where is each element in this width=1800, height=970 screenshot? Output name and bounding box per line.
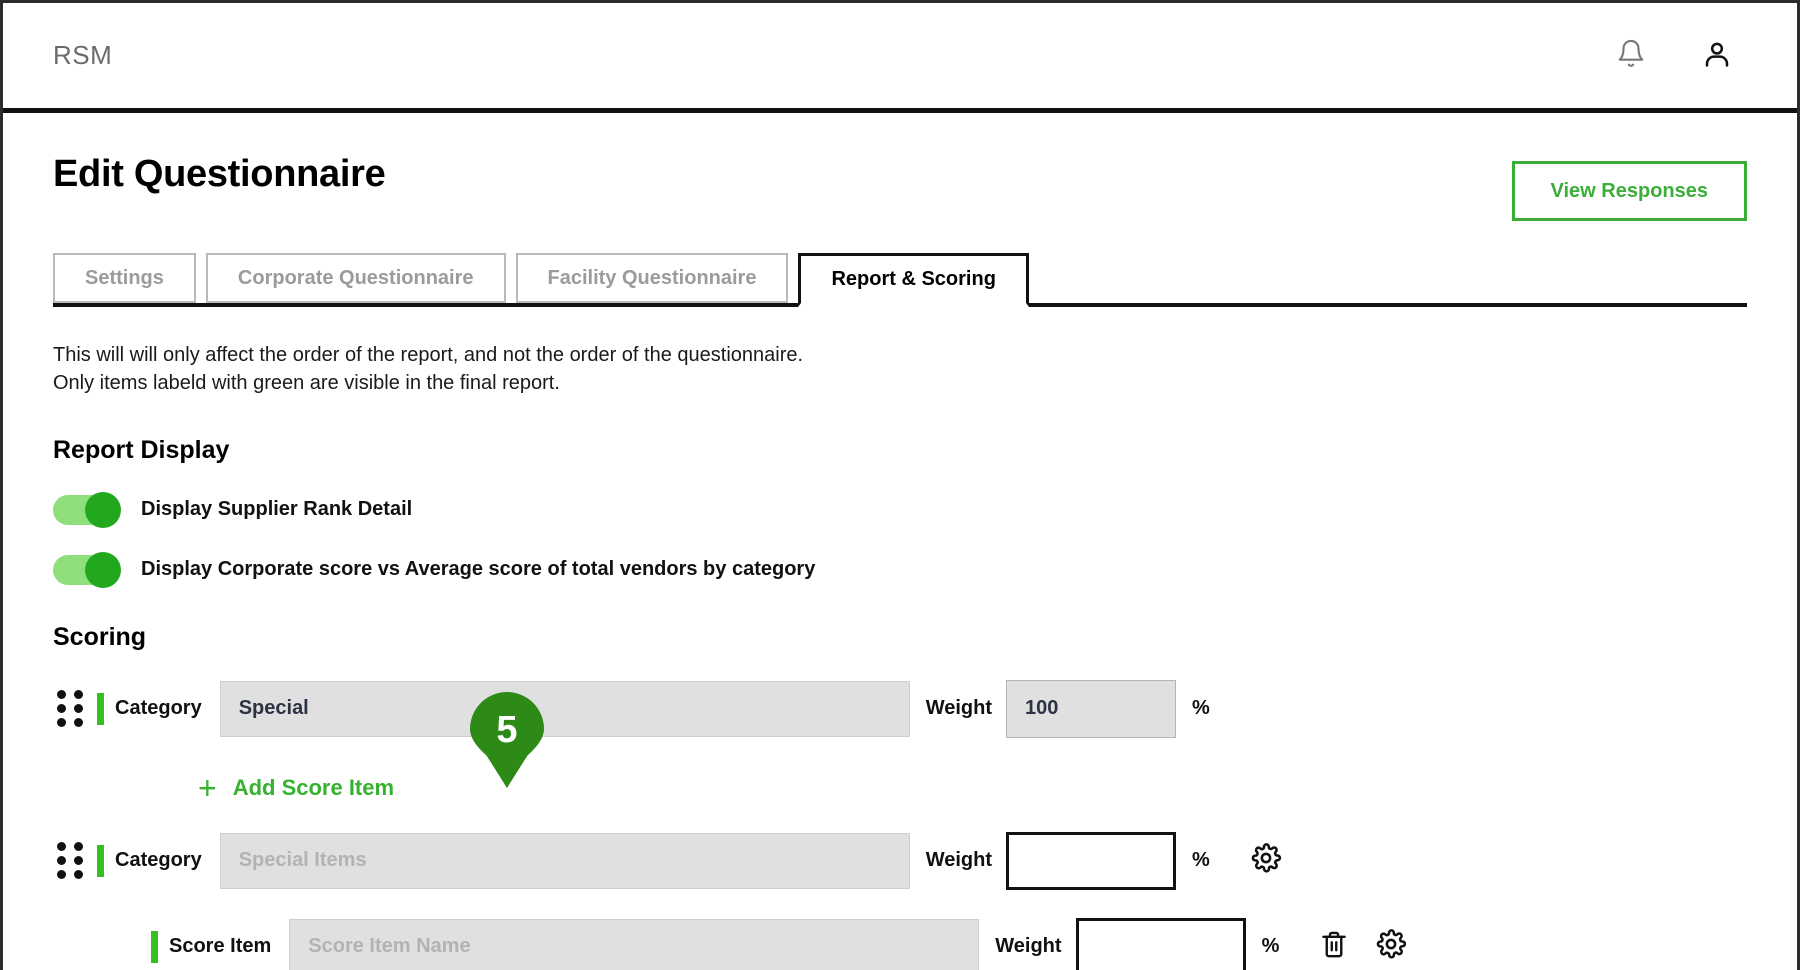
page-header: Edit Questionnaire View Responses: [53, 153, 1747, 221]
bell-icon: [1616, 38, 1646, 73]
score-row-category-special-items: Category Weight %: [53, 831, 1747, 890]
page-content: Edit Questionnaire View Responses Settin…: [3, 113, 1797, 970]
scoring-heading: Scoring: [53, 622, 147, 651]
brand-logo: RSM: [53, 40, 113, 70]
scoring-list: Category Weight % + Add Score Item Categ…: [53, 679, 1747, 970]
drag-handle-icon[interactable]: [53, 690, 87, 728]
drag-handle-icon[interactable]: [53, 842, 87, 880]
tab-corporate-questionnaire[interactable]: Corporate Questionnaire: [205, 253, 506, 303]
toggle-knob: [85, 551, 121, 588]
weight-label: Weight: [925, 849, 992, 872]
view-responses-button[interactable]: View Responses: [1511, 161, 1747, 221]
percent-symbol: %: [1261, 935, 1280, 958]
person-icon: [1701, 38, 1733, 73]
tab-facility-questionnaire[interactable]: Facility Questionnaire: [515, 253, 789, 303]
score-row-category-special: Category Weight %: [53, 679, 1747, 738]
info-note-line-2: Only items labeld with green are visible…: [53, 372, 560, 395]
notifications-button[interactable]: [1609, 34, 1653, 78]
gear-icon[interactable]: [1375, 928, 1407, 965]
visibility-indicator-bar: [151, 930, 158, 963]
weight-input[interactable]: [1006, 679, 1176, 738]
toggle-row-supplier-rank-detail: Display Supplier Rank Detail: [53, 491, 1747, 528]
weight-input[interactable]: [1006, 831, 1176, 890]
percent-symbol: %: [1192, 849, 1210, 872]
topbar-icon-group: [1609, 34, 1757, 78]
weight-input[interactable]: [1075, 917, 1246, 970]
row-type-label: Category: [115, 849, 202, 872]
toggle-row-corporate-vs-average: Display Corporate score vs Average score…: [53, 551, 1747, 588]
toggle-supplier-rank-detail[interactable]: [53, 491, 121, 528]
visibility-indicator-bar: [97, 844, 104, 877]
weight-label: Weight: [995, 935, 1062, 958]
page-title: Edit Questionnaire: [53, 153, 386, 195]
trash-icon[interactable]: [1319, 929, 1349, 964]
toggle-label-supplier-rank-detail: Display Supplier Rank Detail: [141, 498, 413, 521]
row-type-label: Category: [115, 697, 202, 720]
toggle-knob: [85, 491, 121, 528]
percent-symbol: %: [1192, 697, 1210, 720]
toggle-label-corporate-vs-average: Display Corporate score vs Average score…: [141, 558, 816, 581]
weight-label: Weight: [925, 697, 992, 720]
row-action-icons: [1250, 842, 1282, 879]
row-type-label: Score Item: [169, 935, 272, 958]
top-navigation-bar: RSM: [3, 3, 1797, 113]
row-action-icons: [1319, 928, 1407, 965]
account-button[interactable]: [1695, 34, 1739, 78]
tab-report-and-scoring[interactable]: Report & Scoring: [798, 253, 1029, 307]
tab-settings[interactable]: Settings: [53, 253, 196, 303]
report-display-heading: Report Display: [53, 435, 230, 464]
score-row-score-item: Score Item Weight %: [53, 917, 1747, 970]
score-item-name-input[interactable]: [289, 918, 980, 970]
add-score-item-button[interactable]: + Add Score Item: [198, 772, 394, 804]
gear-icon[interactable]: [1250, 842, 1282, 879]
toggle-corporate-vs-average[interactable]: [53, 551, 121, 588]
add-score-item-label: Add Score Item: [232, 774, 395, 800]
tab-bar: Settings Corporate Questionnaire Facilit…: [53, 253, 1747, 307]
plus-icon: +: [198, 769, 217, 806]
info-note: This will will only affect the order of …: [53, 341, 1747, 398]
visibility-indicator-bar: [97, 692, 104, 725]
info-note-line-1: This will will only affect the order of …: [53, 344, 804, 366]
category-name-input[interactable]: [219, 832, 910, 889]
app-window: RSM Edit Questionnaire View Responses Se…: [0, 0, 1800, 970]
category-name-input[interactable]: [219, 680, 910, 737]
